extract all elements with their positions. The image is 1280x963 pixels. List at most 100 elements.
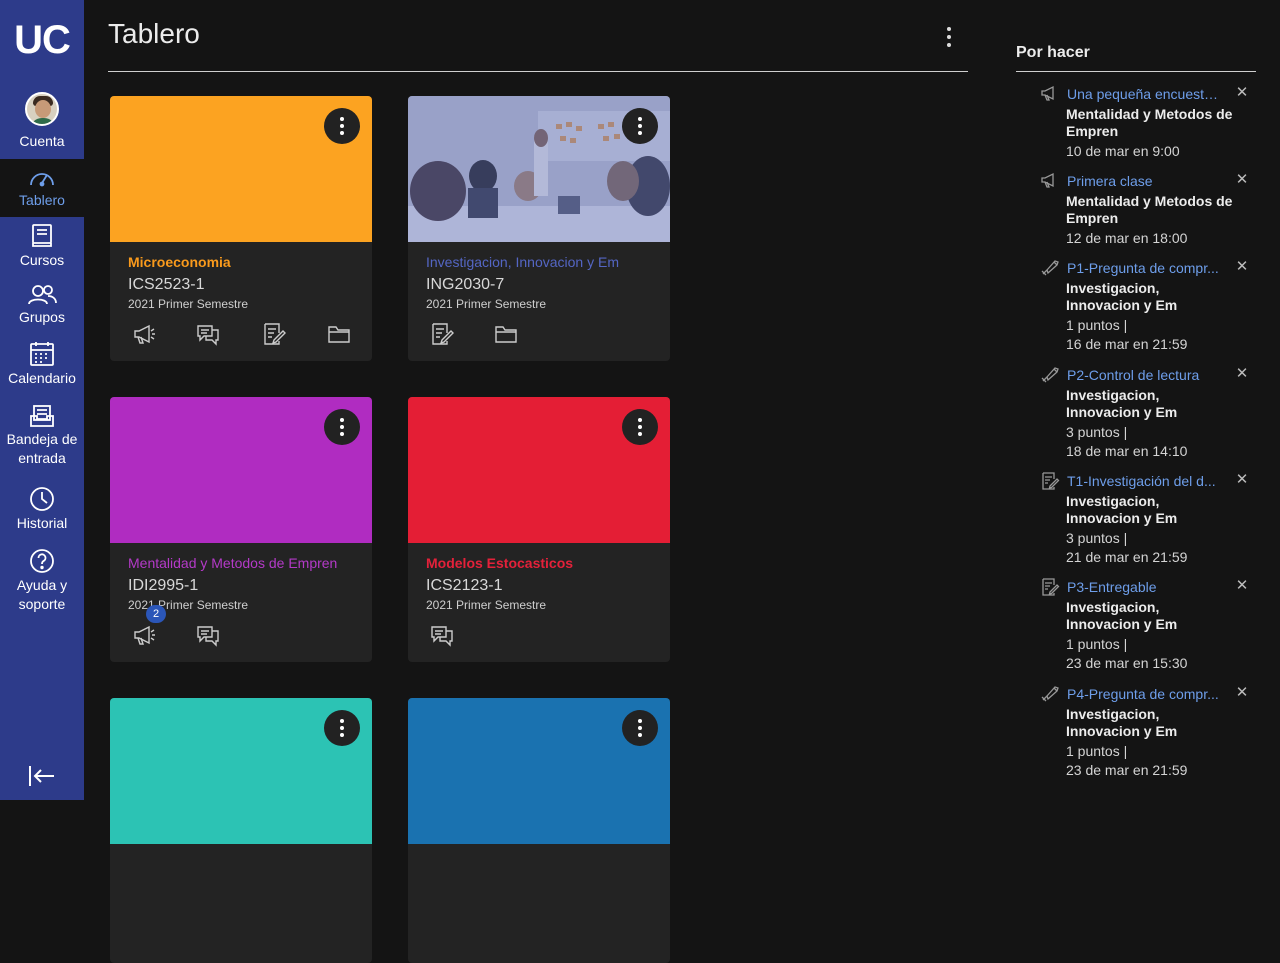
nav-item-label: Calendario <box>8 370 76 386</box>
discussions-icon[interactable] <box>196 322 220 346</box>
card-options-button[interactable] <box>622 108 658 144</box>
help-icon <box>30 549 54 573</box>
card-options-button[interactable] <box>622 710 658 746</box>
card-options-button[interactable] <box>324 710 360 746</box>
course-card: Modelos Estocasticos ICS2123-1 2021 Prim… <box>408 397 670 662</box>
nav-item-label: Grupos <box>19 309 65 325</box>
quiz-icon <box>1041 367 1059 383</box>
inbox-icon <box>30 405 54 427</box>
assignment-icon <box>1042 472 1060 490</box>
nav-item-historial[interactable]: Historial <box>0 486 84 533</box>
uc-logo[interactable]: UC <box>0 0 84 80</box>
course-card <box>110 698 372 963</box>
nav-item-cuenta[interactable]: Cuenta <box>0 92 84 151</box>
todo-item: P2-Control de lectura ✕ Investigacion, I… <box>1038 366 1256 466</box>
course-name[interactable]: Microeconomia <box>128 254 231 270</box>
course-code: ICS2123-1 <box>426 577 503 594</box>
todo-course: Investigacion, Innovacion y Em <box>1066 599 1178 632</box>
course-name[interactable]: Modelos Estocasticos <box>426 555 573 571</box>
nav-item-label: Bandeja de entrada <box>6 431 78 466</box>
discussions-icon[interactable] <box>430 623 454 647</box>
dashboard-options-icon[interactable] <box>938 24 960 50</box>
assignment-icon <box>1042 578 1060 596</box>
global-navigation: UC Cuenta Tablero Cursos Grupos Calendar… <box>0 0 84 800</box>
dismiss-icon[interactable]: ✕ <box>1234 172 1250 188</box>
todo-points: 1 puntos | <box>1066 636 1128 652</box>
discussions-icon[interactable] <box>196 623 220 647</box>
nav-item-label: Historial <box>16 515 68 531</box>
todo-course: Investigacion, Innovacion y Em <box>1066 280 1178 313</box>
files-icon[interactable] <box>494 322 518 346</box>
todo-date: 18 de mar en 14:10 <box>1066 443 1188 459</box>
course-term: 2021 Primer Semestre <box>426 297 547 311</box>
kebab-icon <box>638 117 642 135</box>
nav-item-label: Ayuda y soporte <box>16 577 68 612</box>
nav-item-cursos[interactable]: Cursos <box>0 223 84 270</box>
kebab-icon <box>638 418 642 436</box>
nav-item-label: Tablero <box>19 192 65 208</box>
dismiss-icon[interactable]: ✕ <box>1234 366 1250 382</box>
course-card: Microeconomia ICS2523-1 2021 Primer Seme… <box>110 96 372 361</box>
courses-icon <box>32 224 52 247</box>
todo-date: 23 de mar en 15:30 <box>1066 655 1188 671</box>
todo-points: 3 puntos | <box>1066 424 1128 440</box>
announcements-icon[interactable] <box>132 322 156 346</box>
course-name[interactable]: Investigacion, Innovacion y Em <box>426 254 619 270</box>
todo-item: P4-Pregunta de compr... ✕ Investigacion,… <box>1038 685 1256 785</box>
course-card: Investigacion, Innovacion y Em ING2030-7… <box>408 96 670 361</box>
dismiss-icon[interactable]: ✕ <box>1234 472 1250 488</box>
kebab-icon <box>340 418 344 436</box>
kebab-icon <box>638 719 642 737</box>
course-code: ING2030-7 <box>426 276 505 293</box>
nav-item-bandeja[interactable]: Bandeja de entrada <box>0 404 84 468</box>
todo-item: T1-Investigación del d... ✕ Investigacio… <box>1038 472 1256 572</box>
nav-item-tablero[interactable]: Tablero <box>0 159 84 217</box>
files-icon[interactable] <box>327 322 351 346</box>
nav-item-ayuda[interactable]: Ayuda y soporte <box>0 548 84 614</box>
assignments-icon[interactable] <box>430 322 454 346</box>
announcement-icon <box>1041 85 1054 101</box>
todo-link[interactable]: T1-Investigación del d... <box>1067 472 1222 490</box>
dismiss-icon[interactable]: ✕ <box>1234 259 1250 275</box>
course-code: ICS2523-1 <box>128 276 205 293</box>
page-title: Tablero <box>108 18 200 49</box>
todo-date: 16 de mar en 21:59 <box>1066 336 1188 352</box>
todo-link[interactable]: Primera clase <box>1067 172 1222 190</box>
collapse-nav-icon[interactable] <box>26 762 58 790</box>
todo-date: 10 de mar en 9:00 <box>1066 143 1180 159</box>
todo-title: Por hacer <box>1016 44 1090 61</box>
todo-link[interactable]: P4-Pregunta de compr... <box>1067 685 1222 703</box>
todo-link[interactable]: P2-Control de lectura <box>1067 366 1222 384</box>
todo-item: Una pequeña encuesta... ✕ Mentalidad y M… <box>1038 85 1256 165</box>
nav-item-label: Cursos <box>19 252 65 268</box>
card-options-button[interactable] <box>324 409 360 445</box>
nav-item-grupos[interactable]: Grupos <box>0 284 84 327</box>
history-icon <box>30 487 54 511</box>
dismiss-icon[interactable]: ✕ <box>1234 578 1250 594</box>
assignments-icon[interactable] <box>262 322 286 346</box>
todo-points: 1 puntos | <box>1066 317 1128 333</box>
course-code: IDI2995-1 <box>128 577 199 594</box>
dashboard-icon <box>30 173 54 187</box>
nav-item-calendario[interactable]: Calendario <box>0 341 84 388</box>
announcements-icon[interactable] <box>132 623 156 647</box>
avatar <box>25 92 59 126</box>
todo-item: P1-Pregunta de compr... ✕ Investigacion,… <box>1038 259 1256 359</box>
todo-item: Primera clase ✕ Mentalidad y Metodos de … <box>1038 172 1256 252</box>
todo-points: 1 puntos | <box>1066 743 1128 759</box>
todo-link[interactable]: P1-Pregunta de compr... <box>1067 259 1222 277</box>
dismiss-icon[interactable]: ✕ <box>1234 685 1250 701</box>
todo-link[interactable]: Una pequeña encuesta... <box>1067 85 1222 103</box>
dismiss-icon[interactable]: ✕ <box>1234 85 1250 101</box>
todo-divider <box>1016 71 1256 72</box>
course-card <box>408 698 670 963</box>
nav-item-label: Cuenta <box>19 133 65 149</box>
groups-icon <box>28 285 57 305</box>
todo-course: Mentalidad y Metodos de Empren <box>1066 106 1233 139</box>
card-options-button[interactable] <box>622 409 658 445</box>
todo-link[interactable]: P3-Entregable <box>1067 578 1222 596</box>
quiz-icon <box>1041 686 1059 702</box>
course-name[interactable]: Mentalidad y Metodos de Empren <box>128 555 337 571</box>
todo-date: 23 de mar en 21:59 <box>1066 762 1188 778</box>
card-options-button[interactable] <box>324 108 360 144</box>
